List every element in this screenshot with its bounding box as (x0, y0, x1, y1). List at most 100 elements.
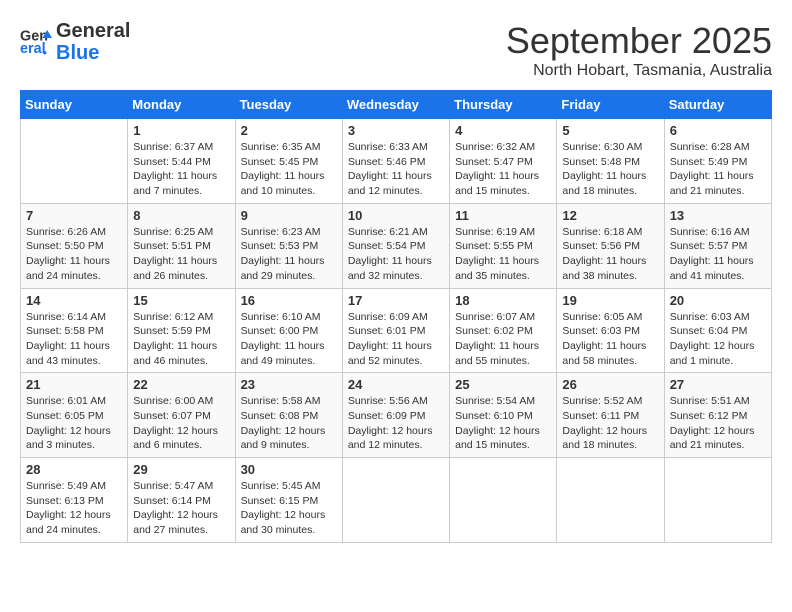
calendar-week-row: 28 Sunrise: 5:49 AMSunset: 6:13 PMDaylig… (21, 458, 772, 543)
calendar-day-cell: 30 Sunrise: 5:45 AMSunset: 6:15 PMDaylig… (235, 458, 342, 543)
day-info: Sunrise: 6:18 AMSunset: 5:56 PMDaylight:… (562, 225, 658, 284)
day-number: 29 (133, 462, 229, 477)
day-number: 7 (26, 208, 122, 223)
calendar-day-cell: 19 Sunrise: 6:05 AMSunset: 6:03 PMDaylig… (557, 288, 664, 373)
day-info: Sunrise: 5:56 AMSunset: 6:09 PMDaylight:… (348, 394, 444, 453)
day-info: Sunrise: 6:33 AMSunset: 5:46 PMDaylight:… (348, 140, 444, 199)
calendar-day-cell: 3 Sunrise: 6:33 AMSunset: 5:46 PMDayligh… (342, 119, 449, 204)
calendar-day-cell: 8 Sunrise: 6:25 AMSunset: 5:51 PMDayligh… (128, 203, 235, 288)
day-info: Sunrise: 6:25 AMSunset: 5:51 PMDaylight:… (133, 225, 229, 284)
calendar-day-cell: 18 Sunrise: 6:07 AMSunset: 6:02 PMDaylig… (450, 288, 557, 373)
calendar-day-cell: 23 Sunrise: 5:58 AMSunset: 6:08 PMDaylig… (235, 373, 342, 458)
logo-blue: Blue (56, 42, 99, 64)
calendar-week-row: 14 Sunrise: 6:14 AMSunset: 5:58 PMDaylig… (21, 288, 772, 373)
day-number: 9 (241, 208, 337, 223)
logo-icon: Gen eral ● (20, 26, 52, 58)
day-number: 19 (562, 293, 658, 308)
calendar-week-row: 1 Sunrise: 6:37 AMSunset: 5:44 PMDayligh… (21, 119, 772, 204)
day-number: 8 (133, 208, 229, 223)
day-number: 25 (455, 377, 551, 392)
day-info: Sunrise: 6:21 AMSunset: 5:54 PMDaylight:… (348, 225, 444, 284)
day-info: Sunrise: 6:19 AMSunset: 5:55 PMDaylight:… (455, 225, 551, 284)
calendar-day-cell: 2 Sunrise: 6:35 AMSunset: 5:45 PMDayligh… (235, 119, 342, 204)
calendar-day-cell: 15 Sunrise: 6:12 AMSunset: 5:59 PMDaylig… (128, 288, 235, 373)
calendar-day-cell (342, 458, 449, 543)
day-number: 4 (455, 123, 551, 138)
day-number: 28 (26, 462, 122, 477)
day-info: Sunrise: 6:07 AMSunset: 6:02 PMDaylight:… (455, 310, 551, 369)
calendar-day-cell: 20 Sunrise: 6:03 AMSunset: 6:04 PMDaylig… (664, 288, 771, 373)
day-number: 27 (670, 377, 766, 392)
day-number: 12 (562, 208, 658, 223)
calendar-table: SundayMondayTuesdayWednesdayThursdayFrid… (20, 90, 772, 543)
day-info: Sunrise: 6:35 AMSunset: 5:45 PMDaylight:… (241, 140, 337, 199)
calendar-day-cell: 4 Sunrise: 6:32 AMSunset: 5:47 PMDayligh… (450, 119, 557, 204)
weekday-header-row: SundayMondayTuesdayWednesdayThursdayFrid… (21, 91, 772, 119)
calendar-day-cell: 5 Sunrise: 6:30 AMSunset: 5:48 PMDayligh… (557, 119, 664, 204)
weekday-header: Tuesday (235, 91, 342, 119)
day-info: Sunrise: 6:14 AMSunset: 5:58 PMDaylight:… (26, 310, 122, 369)
calendar-day-cell: 22 Sunrise: 6:00 AMSunset: 6:07 PMDaylig… (128, 373, 235, 458)
calendar-day-cell (21, 119, 128, 204)
day-number: 15 (133, 293, 229, 308)
calendar-day-cell: 25 Sunrise: 5:54 AMSunset: 6:10 PMDaylig… (450, 373, 557, 458)
day-info: Sunrise: 5:51 AMSunset: 6:12 PMDaylight:… (670, 394, 766, 453)
calendar-day-cell: 9 Sunrise: 6:23 AMSunset: 5:53 PMDayligh… (235, 203, 342, 288)
page-header: Gen eral ● General Blue September 2025 N… (20, 20, 772, 80)
day-info: Sunrise: 5:49 AMSunset: 6:13 PMDaylight:… (26, 479, 122, 538)
calendar-day-cell: 7 Sunrise: 6:26 AMSunset: 5:50 PMDayligh… (21, 203, 128, 288)
day-info: Sunrise: 5:58 AMSunset: 6:08 PMDaylight:… (241, 394, 337, 453)
day-number: 2 (241, 123, 337, 138)
calendar-day-cell: 26 Sunrise: 5:52 AMSunset: 6:11 PMDaylig… (557, 373, 664, 458)
calendar-day-cell: 27 Sunrise: 5:51 AMSunset: 6:12 PMDaylig… (664, 373, 771, 458)
weekday-header: Sunday (21, 91, 128, 119)
calendar-week-row: 7 Sunrise: 6:26 AMSunset: 5:50 PMDayligh… (21, 203, 772, 288)
day-info: Sunrise: 6:03 AMSunset: 6:04 PMDaylight:… (670, 310, 766, 369)
day-info: Sunrise: 6:23 AMSunset: 5:53 PMDaylight:… (241, 225, 337, 284)
day-number: 3 (348, 123, 444, 138)
day-number: 6 (670, 123, 766, 138)
calendar-day-cell: 13 Sunrise: 6:16 AMSunset: 5:57 PMDaylig… (664, 203, 771, 288)
logo-general: General (56, 20, 130, 42)
calendar-day-cell (450, 458, 557, 543)
day-info: Sunrise: 6:05 AMSunset: 6:03 PMDaylight:… (562, 310, 658, 369)
day-number: 20 (670, 293, 766, 308)
calendar-day-cell: 1 Sunrise: 6:37 AMSunset: 5:44 PMDayligh… (128, 119, 235, 204)
weekday-header: Monday (128, 91, 235, 119)
day-number: 21 (26, 377, 122, 392)
day-info: Sunrise: 6:12 AMSunset: 5:59 PMDaylight:… (133, 310, 229, 369)
day-info: Sunrise: 5:54 AMSunset: 6:10 PMDaylight:… (455, 394, 551, 453)
day-info: Sunrise: 6:26 AMSunset: 5:50 PMDaylight:… (26, 225, 122, 284)
calendar-day-cell (557, 458, 664, 543)
day-number: 22 (133, 377, 229, 392)
day-number: 17 (348, 293, 444, 308)
day-number: 30 (241, 462, 337, 477)
logo: Gen eral ● General Blue (20, 20, 130, 64)
calendar-day-cell: 28 Sunrise: 5:49 AMSunset: 6:13 PMDaylig… (21, 458, 128, 543)
calendar-day-cell: 12 Sunrise: 6:18 AMSunset: 5:56 PMDaylig… (557, 203, 664, 288)
day-number: 5 (562, 123, 658, 138)
day-info: Sunrise: 5:47 AMSunset: 6:14 PMDaylight:… (133, 479, 229, 538)
calendar-day-cell: 11 Sunrise: 6:19 AMSunset: 5:55 PMDaylig… (450, 203, 557, 288)
weekday-header: Thursday (450, 91, 557, 119)
calendar-day-cell: 10 Sunrise: 6:21 AMSunset: 5:54 PMDaylig… (342, 203, 449, 288)
svg-text:●: ● (42, 48, 47, 57)
day-number: 24 (348, 377, 444, 392)
day-info: Sunrise: 6:16 AMSunset: 5:57 PMDaylight:… (670, 225, 766, 284)
day-info: Sunrise: 5:45 AMSunset: 6:15 PMDaylight:… (241, 479, 337, 538)
day-info: Sunrise: 6:00 AMSunset: 6:07 PMDaylight:… (133, 394, 229, 453)
day-number: 14 (26, 293, 122, 308)
calendar-day-cell: 21 Sunrise: 6:01 AMSunset: 6:05 PMDaylig… (21, 373, 128, 458)
calendar-day-cell: 24 Sunrise: 5:56 AMSunset: 6:09 PMDaylig… (342, 373, 449, 458)
month-title: September 2025 (506, 20, 772, 62)
day-info: Sunrise: 6:10 AMSunset: 6:00 PMDaylight:… (241, 310, 337, 369)
location: North Hobart, Tasmania, Australia (506, 62, 772, 80)
day-number: 11 (455, 208, 551, 223)
day-info: Sunrise: 6:28 AMSunset: 5:49 PMDaylight:… (670, 140, 766, 199)
day-info: Sunrise: 6:01 AMSunset: 6:05 PMDaylight:… (26, 394, 122, 453)
weekday-header: Saturday (664, 91, 771, 119)
calendar-day-cell (664, 458, 771, 543)
weekday-header: Friday (557, 91, 664, 119)
day-number: 26 (562, 377, 658, 392)
day-info: Sunrise: 6:37 AMSunset: 5:44 PMDaylight:… (133, 140, 229, 199)
